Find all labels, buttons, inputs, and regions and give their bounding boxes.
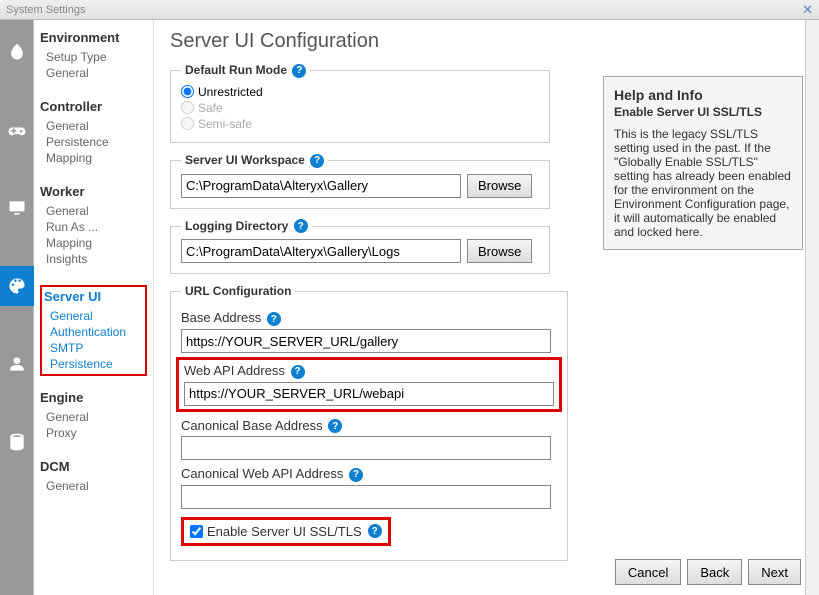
help-icon[interactable]: ? [328, 419, 342, 433]
window-title: System Settings [6, 4, 85, 16]
leaf-icon[interactable] [0, 32, 34, 72]
help-icon[interactable]: ? [294, 219, 308, 233]
nav-item[interactable]: General [44, 308, 143, 324]
ssl-label: Enable Server UI SSL/TLS [207, 524, 362, 539]
help-subtitle: Enable Server UI SSL/TLS [614, 105, 792, 119]
next-button[interactable]: Next [748, 559, 801, 585]
nav-item[interactable]: Insights [40, 251, 147, 267]
base-address-label: Base Address [181, 310, 261, 325]
nav-group-controller: Controller General Persistence Mapping [40, 99, 147, 166]
webapi-label: Web API Address [184, 363, 285, 378]
runmode-group: Default Run Mode ? Unrestricted Safe Sem… [170, 63, 550, 143]
nav-item[interactable]: Authentication [44, 324, 143, 340]
page-title: Server UI Configuration [170, 30, 809, 53]
nav-item[interactable]: Proxy [40, 425, 147, 441]
close-icon[interactable]: ✕ [802, 2, 813, 18]
help-icon[interactable]: ? [292, 64, 306, 78]
radio-input[interactable] [181, 85, 194, 98]
nav-item[interactable]: Mapping [40, 235, 147, 251]
runmode-option-semisafe: Semi-safe [181, 116, 539, 132]
nav-group-worker: Worker General Run As ... Mapping Insigh… [40, 184, 147, 267]
nav-item[interactable]: General [40, 118, 147, 134]
nav-title[interactable]: Controller [40, 99, 147, 114]
logging-legend: Logging Directory [185, 219, 288, 233]
canon-api-label: Canonical Web API Address [181, 466, 343, 481]
logging-group: Logging Directory ? Browse [170, 219, 550, 275]
ssl-highlight: Enable Server UI SSL/TLS ? [181, 517, 391, 546]
scrollbar[interactable] [805, 20, 819, 595]
url-config-group: URL Configuration Base Address ? Web API… [170, 284, 568, 560]
nav-item[interactable]: Persistence [44, 356, 143, 372]
nav-title[interactable]: Server UI [44, 289, 143, 304]
nav-group-dcm: DCM General [40, 459, 147, 494]
nav-item[interactable]: Mapping [40, 150, 147, 166]
nav-title[interactable]: DCM [40, 459, 147, 474]
nav-title[interactable]: Environment [40, 30, 147, 45]
main-panel: Server UI Configuration Default Run Mode… [154, 20, 819, 595]
monitor-icon[interactable] [0, 188, 34, 228]
radio-label: Safe [198, 101, 223, 115]
webapi-input[interactable] [184, 382, 554, 406]
help-body: This is the legacy SSL/TLS setting used … [614, 127, 792, 239]
cancel-button[interactable]: Cancel [615, 559, 681, 585]
nav-item[interactable]: General [40, 478, 147, 494]
help-panel: Help and Info Enable Server UI SSL/TLS T… [603, 76, 803, 250]
nav-group-server-ui: Server UI General Authentication SMTP Pe… [40, 285, 147, 376]
webapi-highlight: Web API Address ? [176, 357, 562, 412]
workspace-legend: Server UI Workspace [185, 153, 305, 167]
nav-item[interactable]: General [40, 409, 147, 425]
browse-button[interactable]: Browse [467, 239, 532, 263]
canon-base-input[interactable] [181, 436, 551, 460]
help-icon[interactable]: ? [291, 365, 305, 379]
nav-title[interactable]: Engine [40, 390, 147, 405]
canon-api-input[interactable] [181, 485, 551, 509]
workspace-input[interactable] [181, 174, 461, 198]
nav-group-environment: Environment Setup Type General [40, 30, 147, 81]
logging-input[interactable] [181, 239, 461, 263]
palette-icon[interactable] [0, 266, 34, 306]
iconbar [0, 20, 34, 595]
database-icon[interactable] [0, 422, 34, 462]
radio-input [181, 101, 194, 114]
help-icon[interactable]: ? [310, 154, 324, 168]
canon-base-label: Canonical Base Address [181, 418, 323, 433]
nav-item[interactable]: General [40, 65, 147, 81]
radio-label: Semi-safe [198, 117, 252, 131]
nav-item[interactable]: Persistence [40, 134, 147, 150]
gamepad-icon[interactable] [0, 110, 34, 150]
engine-icon[interactable] [0, 344, 34, 384]
back-button[interactable]: Back [687, 559, 742, 585]
runmode-option-safe: Safe [181, 100, 539, 116]
runmode-legend: Default Run Mode [185, 63, 287, 77]
workspace-group: Server UI Workspace ? Browse [170, 153, 550, 209]
nav-group-engine: Engine General Proxy [40, 390, 147, 441]
nav-item[interactable]: General [40, 203, 147, 219]
browse-button[interactable]: Browse [467, 174, 532, 198]
nav-item[interactable]: Run As ... [40, 219, 147, 235]
radio-input [181, 117, 194, 130]
radio-label: Unrestricted [198, 85, 263, 99]
help-icon[interactable]: ? [349, 468, 363, 482]
help-icon[interactable]: ? [267, 312, 281, 326]
nav-column: Environment Setup Type General Controlle… [34, 20, 154, 595]
footer-buttons: Cancel Back Next [615, 559, 801, 585]
ssl-checkbox[interactable] [190, 525, 203, 538]
url-legend: URL Configuration [181, 284, 295, 298]
help-icon[interactable]: ? [368, 524, 382, 538]
base-address-input[interactable] [181, 329, 551, 353]
nav-item[interactable]: Setup Type [40, 49, 147, 65]
nav-title[interactable]: Worker [40, 184, 147, 199]
help-title: Help and Info [614, 87, 792, 103]
nav-item[interactable]: SMTP [44, 340, 143, 356]
runmode-option-unrestricted[interactable]: Unrestricted [181, 84, 539, 100]
